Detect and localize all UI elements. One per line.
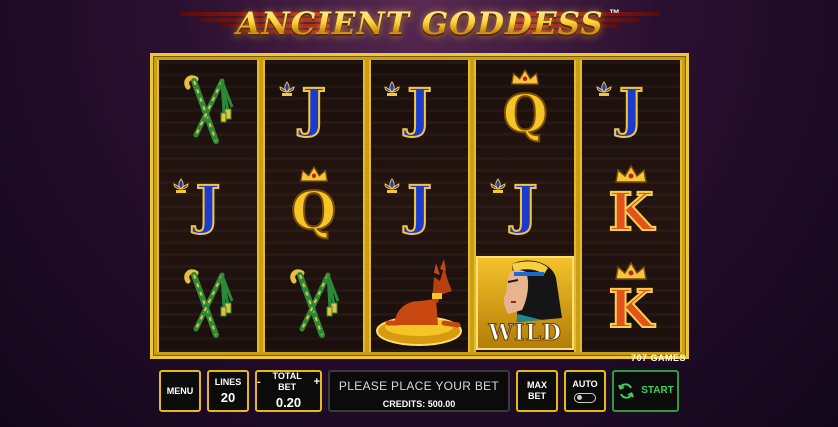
symbol-letter: J bbox=[618, 77, 645, 139]
symbol-letter: Q bbox=[502, 83, 549, 145]
symbol-k: K bbox=[596, 261, 666, 345]
lines-label: LINES bbox=[214, 376, 242, 387]
symbol-letter: J bbox=[406, 174, 433, 236]
reel-cell: J bbox=[265, 60, 363, 157]
symbol-j: J bbox=[384, 164, 454, 248]
max-bet-label-1: MAX bbox=[527, 380, 547, 391]
reel-cell: J bbox=[476, 157, 574, 254]
game-title: ANCIENT GODDESS bbox=[170, 4, 670, 44]
lines-display: LINES 20 bbox=[207, 370, 249, 412]
reel-cell: J bbox=[582, 60, 680, 157]
crown-icon bbox=[615, 164, 648, 183]
bet-increase-button[interactable]: + bbox=[314, 376, 320, 389]
crook-and-flail-icon bbox=[184, 74, 234, 144]
reel-cell bbox=[159, 60, 257, 157]
lines-value: 20 bbox=[220, 389, 236, 405]
wild-label: WILD bbox=[488, 320, 563, 347]
reel-cell: K bbox=[582, 255, 680, 352]
fleur-de-lis-icon bbox=[279, 80, 295, 96]
symbol-j: J bbox=[490, 164, 560, 248]
reel-column: J Q bbox=[262, 60, 365, 352]
reel-cell bbox=[265, 255, 363, 352]
reel-cell: Q bbox=[476, 60, 574, 157]
crown-icon bbox=[615, 261, 648, 281]
total-bet-label: TOTAL BET bbox=[272, 371, 302, 393]
fleur-de-lis-icon bbox=[596, 80, 612, 96]
symbol-j: J bbox=[384, 67, 454, 151]
reel-column: J bbox=[157, 60, 259, 352]
symbol-j: J bbox=[596, 67, 666, 151]
symbol-letter: J bbox=[195, 174, 222, 236]
symbol-wild: WILD bbox=[476, 256, 575, 351]
reel-cell bbox=[371, 255, 469, 352]
autoplay-toggle[interactable]: AUTO bbox=[564, 370, 606, 412]
symbol-k: K bbox=[596, 164, 666, 248]
menu-button-label: MENU bbox=[166, 385, 194, 396]
crook-and-flail-icon bbox=[184, 269, 234, 339]
symbol-letter: K bbox=[608, 181, 655, 243]
start-label: START bbox=[641, 385, 674, 396]
autoplay-label: AUTO bbox=[572, 378, 598, 389]
reel-column: J J bbox=[368, 60, 471, 352]
symbol-letter: J bbox=[300, 77, 327, 139]
total-bet-control: - TOTAL BET + 0.20 bbox=[255, 370, 322, 412]
reel-grid: J J Q J J Q J WILD J K K bbox=[150, 53, 689, 359]
symbol-letter: Q bbox=[290, 180, 337, 242]
reel-cell: J bbox=[371, 60, 469, 157]
control-bar: MENU LINES 20 - TOTAL BET + 0.20 PLEASE … bbox=[0, 368, 838, 418]
status-message: PLEASE PLACE YOUR BET bbox=[338, 379, 500, 393]
max-bet-button[interactable]: MAX BET bbox=[516, 370, 558, 412]
reel-cell bbox=[159, 255, 257, 352]
reel-column: Q J WILD bbox=[474, 60, 577, 352]
symbol-q: Q bbox=[279, 164, 349, 248]
symbol-letter: K bbox=[608, 279, 655, 341]
bet-decrease-button[interactable]: - bbox=[257, 376, 261, 389]
anubis-icon bbox=[376, 259, 463, 347]
fleur-de-lis-icon bbox=[384, 80, 400, 96]
total-bet-value: 0.20 bbox=[275, 395, 302, 410]
symbol-letter: J bbox=[512, 174, 539, 236]
fleur-de-lis-icon bbox=[173, 178, 189, 193]
reel-cell: J bbox=[371, 157, 469, 254]
goddess-portrait-icon bbox=[504, 260, 563, 323]
reel-column: J K K bbox=[580, 60, 682, 352]
start-button[interactable]: START bbox=[612, 370, 679, 412]
reel-cell: J bbox=[159, 157, 257, 254]
slot-game-screen: ANCIENT GODDESS ™ J J Q J J Q J WILD J K… bbox=[0, 0, 838, 427]
game-logo: ANCIENT GODDESS ™ bbox=[170, 4, 670, 50]
symbol-letter: J bbox=[406, 77, 433, 139]
symbol-crook-flail bbox=[173, 67, 243, 151]
reel-cell: WILD bbox=[476, 255, 575, 352]
crook-and-flail-icon bbox=[289, 269, 340, 339]
crown-icon bbox=[511, 68, 540, 85]
fleur-de-lis-icon bbox=[384, 178, 400, 193]
reel-cell: K bbox=[582, 157, 680, 254]
toggle-switch-icon bbox=[574, 393, 596, 404]
symbol-j: J bbox=[173, 164, 243, 248]
credits-display: CREDITS: 500.00 bbox=[382, 399, 456, 409]
provider-logo: 707 GAMES bbox=[630, 353, 686, 363]
trademark-symbol: ™ bbox=[609, 8, 620, 20]
menu-button[interactable]: MENU bbox=[159, 370, 201, 412]
crown-icon bbox=[299, 165, 328, 182]
spin-arrows-icon bbox=[618, 383, 635, 399]
symbol-j: J bbox=[279, 67, 349, 151]
symbol-crook-flail bbox=[173, 261, 243, 345]
fleur-de-lis-icon bbox=[490, 178, 506, 193]
symbol-q: Q bbox=[490, 67, 560, 151]
reel-cell: Q bbox=[265, 157, 363, 254]
message-panel: PLEASE PLACE YOUR BET CREDITS: 500.00 bbox=[328, 370, 510, 412]
max-bet-label-2: BET bbox=[528, 391, 546, 401]
symbol-crook-flail bbox=[279, 261, 349, 345]
symbol-anubis bbox=[374, 259, 464, 347]
